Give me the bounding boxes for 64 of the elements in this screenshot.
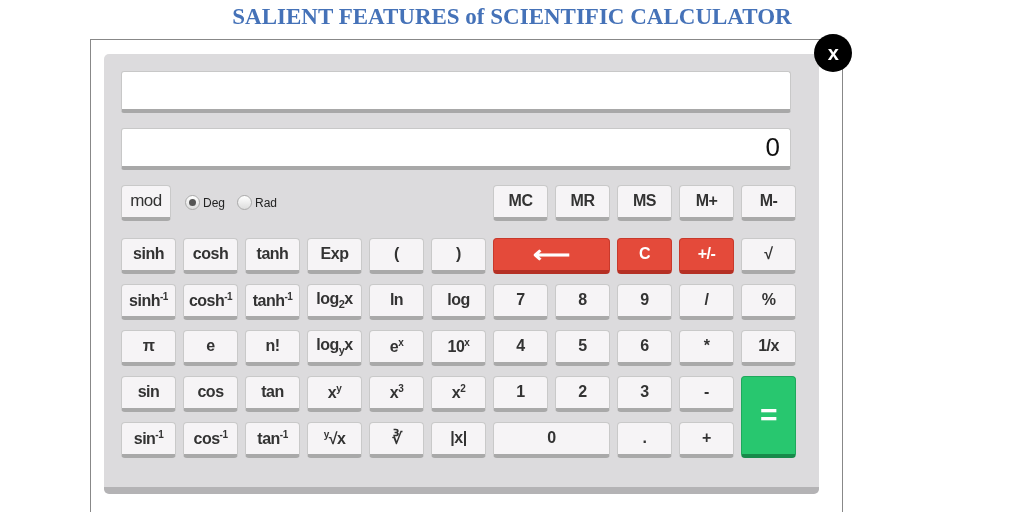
calculator-key[interactable]: e <box>183 329 238 366</box>
calculator-key[interactable]: π <box>121 329 176 366</box>
calculator-key[interactable]: sin$^{-1}$ <box>121 421 176 458</box>
close-button[interactable]: x <box>814 33 852 72</box>
page-title: SALIENT FEATURES of SCIENTIFIC CALCULATOR <box>232 4 792 30</box>
calculator-key[interactable]: √ <box>741 237 796 274</box>
calculator-key[interactable]: x$^{2}$ <box>431 375 486 412</box>
calculator-key[interactable]: x$^{3}$ <box>369 375 424 412</box>
calculator-key[interactable]: 3 <box>617 375 672 412</box>
memory-key[interactable]: M+ <box>679 184 734 221</box>
radio-button[interactable] <box>237 195 252 211</box>
memory-key[interactable]: MR <box>555 184 610 221</box>
backspace-key[interactable]: ⟵ <box>493 237 610 274</box>
calculator-key[interactable]: 10$^{x}$ <box>431 329 486 366</box>
calculator-key[interactable]: 0 <box>493 421 610 458</box>
calculator-key[interactable]: Exp <box>307 237 362 274</box>
calculator-key[interactable]: log <box>431 283 486 320</box>
calculator-key[interactable]: 9 <box>617 283 672 320</box>
calculator-key[interactable]: 2 <box>555 375 610 412</box>
calculator-key[interactable]: ) <box>431 237 486 274</box>
calculator-key[interactable]: tanh$^{-1}$ <box>245 283 300 320</box>
result-display: 0 <box>121 127 791 170</box>
calculator-key[interactable]: / <box>679 283 734 320</box>
calculator-key[interactable]: cosh <box>183 237 238 274</box>
calculator-key[interactable]: cos <box>183 375 238 412</box>
calculator-key[interactable]: 1/x <box>741 329 796 366</box>
calculator-key[interactable]: tan <box>245 375 300 412</box>
calculator-key[interactable]: e$^{x}$ <box>369 329 424 366</box>
calculator-key[interactable]: sinh <box>121 237 176 274</box>
calculator-key[interactable]: C <box>617 237 672 274</box>
calculator-key[interactable]: ( <box>369 237 424 274</box>
calculator-key[interactable]: 1 <box>493 375 548 412</box>
calculator-key[interactable]: ln <box>369 283 424 320</box>
calculator-key[interactable]: tanh <box>245 237 300 274</box>
memory-key[interactable]: MS <box>617 184 672 221</box>
calculator-key[interactable]: 8 <box>555 283 610 320</box>
calculator-key[interactable]: x$^{y}$ <box>307 375 362 412</box>
calculator-key[interactable]: cos$^{-1}$ <box>183 421 238 458</box>
calculator-key[interactable]: $^{y}$√x <box>307 421 362 458</box>
radio-label: Deg <box>203 196 225 211</box>
radio-label: Rad <box>255 196 278 211</box>
calculator-key[interactable]: 7 <box>493 283 548 320</box>
calculator-key[interactable]: |x| <box>431 421 486 458</box>
memory-key[interactable]: M- <box>741 184 796 221</box>
calculator-key[interactable]: sin <box>121 375 176 412</box>
calculator-key[interactable]: log$_{y}$x <box>307 329 362 366</box>
calculator-key[interactable]: % <box>741 283 796 320</box>
calculator-key[interactable]: 6 <box>617 329 672 366</box>
calculator-key[interactable]: tan$^{-1}$ <box>245 421 300 458</box>
calculator-key[interactable]: + <box>679 421 734 458</box>
calculator-key[interactable]: n! <box>245 329 300 366</box>
calculator-key[interactable]: 5 <box>555 329 610 366</box>
mod-button[interactable]: mod <box>121 184 171 221</box>
radio-button[interactable] <box>185 195 200 211</box>
calculator-key[interactable]: sinh$^{-1}$ <box>121 283 176 320</box>
calculator-key[interactable]: . <box>617 421 672 458</box>
calculator-key[interactable]: log$_{2}$x <box>307 283 362 320</box>
calculator-key[interactable]: * <box>679 329 734 366</box>
calculator-key[interactable]: cosh$^{-1}$ <box>183 283 238 320</box>
memory-key[interactable]: MC <box>493 184 548 221</box>
calculator-key[interactable]: +/- <box>679 237 734 274</box>
calculator-key[interactable]: - <box>679 375 734 412</box>
calculator-key[interactable]: 4 <box>493 329 548 366</box>
calculator-key[interactable]: ∛ <box>369 421 424 458</box>
